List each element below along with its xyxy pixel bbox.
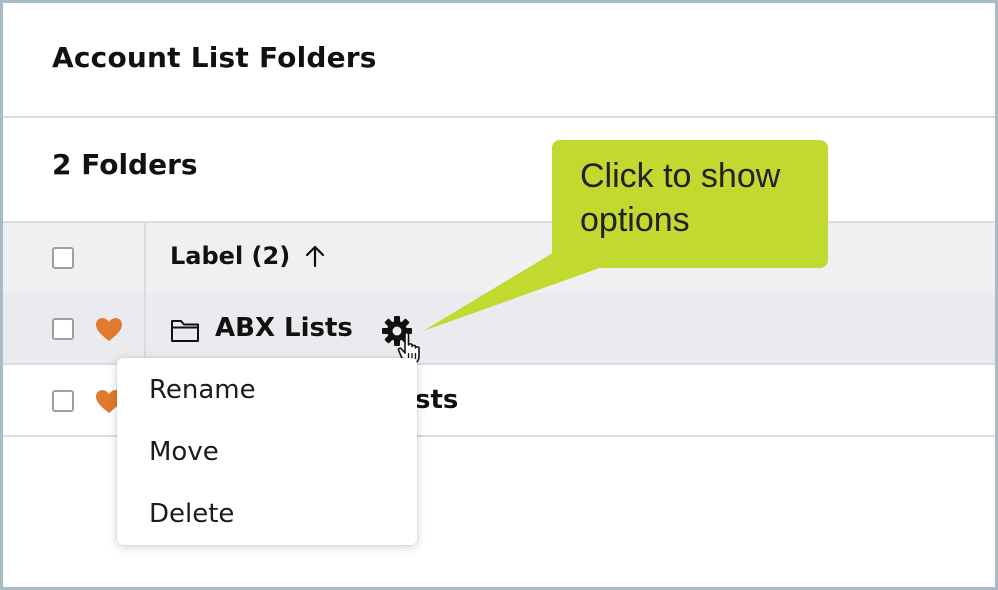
- callout-text: Click to show options: [580, 157, 781, 239]
- app-frame: Account List Folders 2 Folders Label (2): [0, 0, 998, 590]
- callout-pointer: [423, 251, 608, 331]
- tooltip-callout: Click to show options: [552, 140, 828, 268]
